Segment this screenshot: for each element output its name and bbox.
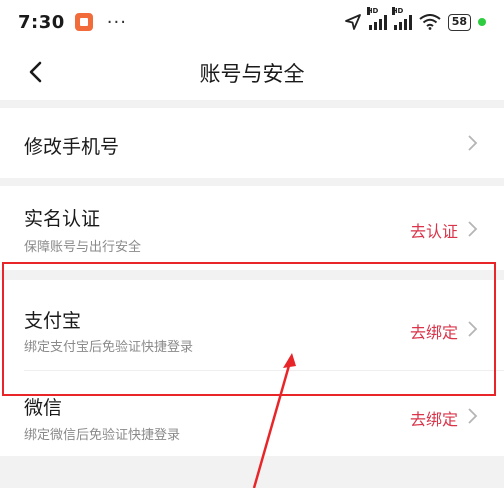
- change-phone-label: 修改手机号: [24, 136, 120, 158]
- go-verify-link[interactable]: 去认证: [410, 218, 458, 242]
- status-time: 7:30: [18, 11, 65, 33]
- chevron-right-icon: [468, 221, 478, 237]
- bind-alipay-link[interactable]: 去绑定: [410, 319, 458, 343]
- settings-card-auth: 实名认证 保障账号与出行安全 去认证: [0, 186, 504, 270]
- alipay-subtitle: 绑定支付宝后免验证快捷登录: [24, 340, 194, 355]
- real-name-auth-row[interactable]: 实名认证 保障账号与出行安全 去认证: [0, 186, 504, 270]
- wifi-icon: [419, 14, 441, 30]
- bind-wechat-link[interactable]: 去绑定: [410, 406, 458, 430]
- nav-bar: 账号与安全: [0, 44, 504, 100]
- chevron-right-icon: [468, 408, 478, 424]
- privacy-dot-icon: [478, 18, 486, 26]
- real-name-auth-label: 实名认证: [24, 208, 101, 230]
- settings-card-phone: 修改手机号: [0, 108, 504, 178]
- status-bar: 7:30 ··· HD HD 58: [0, 0, 504, 44]
- signal-icon-2: HD: [391, 7, 412, 30]
- more-notifications-icon: ···: [106, 11, 127, 33]
- location-icon: [344, 14, 361, 30]
- hd-label: HD: [366, 7, 379, 15]
- wechat-row[interactable]: 微信 绑定微信后免验证快捷登录 去绑定: [0, 371, 504, 456]
- alipay-label: 支付宝: [24, 310, 82, 332]
- chevron-right-icon: [468, 135, 478, 151]
- wechat-label: 微信: [24, 397, 63, 419]
- battery-indicator: 58: [447, 13, 471, 31]
- signal-icon: HD: [366, 7, 387, 30]
- status-icons: HD HD 58: [344, 7, 486, 31]
- wechat-subtitle: 绑定微信后免验证快捷登录: [24, 428, 181, 443]
- alipay-row[interactable]: 支付宝 绑定支付宝后免验证快捷登录 去绑定: [0, 280, 504, 370]
- settings-card-bindings: 支付宝 绑定支付宝后免验证快捷登录 去绑定 微信 绑定微信后免验证快捷登录 去绑…: [0, 280, 504, 456]
- chevron-right-icon: [468, 321, 478, 337]
- hd-label-2: HD: [391, 7, 404, 15]
- change-phone-row[interactable]: 修改手机号: [0, 108, 504, 178]
- real-name-auth-subtitle: 保障账号与出行安全: [24, 240, 142, 255]
- app-notification-icon: [74, 13, 93, 31]
- page-title: 账号与安全: [199, 62, 305, 86]
